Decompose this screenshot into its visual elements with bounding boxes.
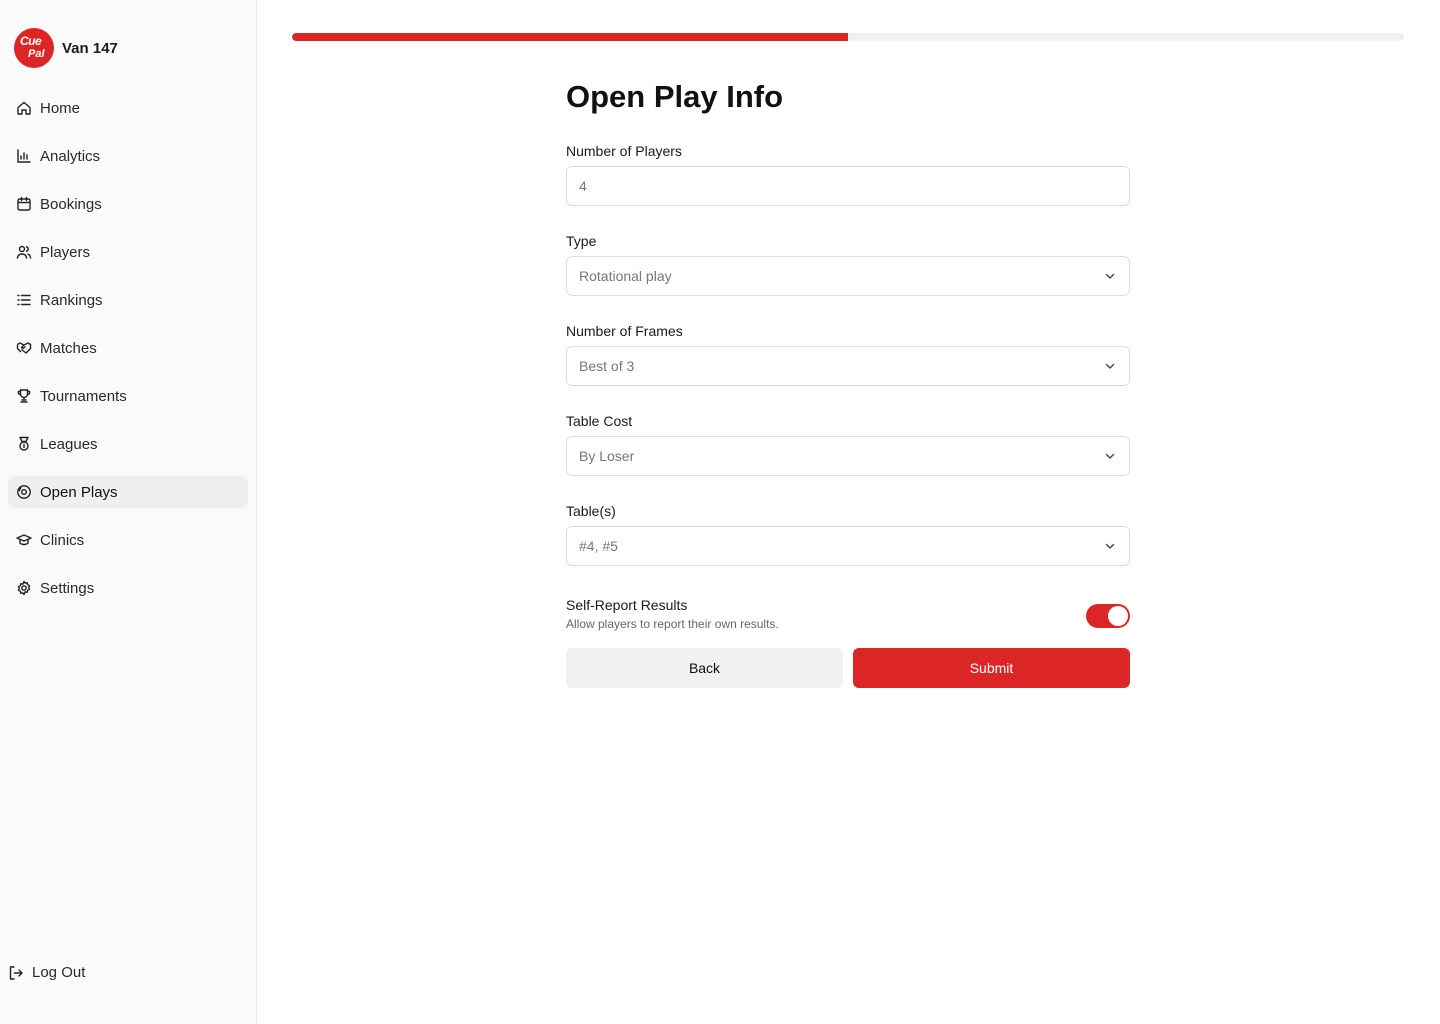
tables-select-value: #4, #5 bbox=[579, 538, 618, 554]
progress-bar bbox=[292, 33, 1404, 41]
frames-select[interactable]: Best of 3 bbox=[566, 346, 1130, 386]
sidebar-item-bookings[interactable]: Bookings bbox=[8, 188, 248, 220]
self-report-title: Self-Report Results bbox=[566, 597, 688, 613]
trophy-icon bbox=[16, 388, 32, 404]
brand[interactable]: Cue Pal Van 147 bbox=[14, 28, 118, 68]
self-report-toggle[interactable] bbox=[1086, 604, 1130, 628]
sidebar-item-settings[interactable]: Settings bbox=[8, 572, 248, 604]
home-icon bbox=[16, 100, 32, 116]
back-button[interactable]: Back bbox=[566, 648, 843, 688]
sidebar-item-clinics[interactable]: Clinics bbox=[8, 524, 248, 556]
progress-fill bbox=[292, 33, 848, 41]
venue-name: Van 147 bbox=[62, 39, 118, 57]
logout-label: Log Out bbox=[32, 964, 86, 981]
self-report-row: Self-Report Results Allow players to rep… bbox=[566, 596, 1130, 632]
sidebar-item-matches[interactable]: Matches bbox=[8, 332, 248, 364]
logout-icon bbox=[8, 965, 24, 981]
page-title: Open Play Info bbox=[566, 79, 784, 114]
sidebar-item-label: Open Plays bbox=[40, 483, 118, 501]
sidebar-item-label: Analytics bbox=[40, 147, 101, 165]
sidebar-item-open-plays[interactable]: Open Plays bbox=[8, 476, 248, 508]
sidebar-item-home[interactable]: Home bbox=[8, 92, 248, 124]
sidebar-item-label: Settings bbox=[40, 579, 95, 597]
players-label: Number of Players bbox=[566, 143, 682, 159]
sidebar-item-rankings[interactable]: Rankings bbox=[8, 284, 248, 316]
logout-button[interactable]: Log Out bbox=[8, 964, 85, 981]
logo-line2: Pal bbox=[28, 48, 45, 60]
calendar-icon bbox=[16, 196, 32, 212]
medal-icon bbox=[16, 436, 32, 452]
sidebar-item-label: Matches bbox=[40, 339, 97, 357]
frames-label: Number of Frames bbox=[566, 323, 683, 339]
sidebar-item-players[interactable]: Players bbox=[8, 236, 248, 268]
table-cost-select[interactable]: By Loser bbox=[566, 436, 1130, 476]
table-cost-label: Table Cost bbox=[566, 413, 633, 429]
chevron-down-icon bbox=[1105, 543, 1115, 549]
sidebar-nav: Home Analytics Bookings Players Rankings… bbox=[8, 92, 248, 620]
sidebar-item-label: Tournaments bbox=[40, 387, 127, 405]
sidebar-item-leagues[interactable]: Leagues bbox=[8, 428, 248, 460]
tables-select[interactable]: #4, #5 bbox=[566, 526, 1130, 566]
sidebar-item-label: Leagues bbox=[40, 435, 98, 453]
form-actions: Back Submit bbox=[566, 648, 1130, 688]
sidebar-item-analytics[interactable]: Analytics bbox=[8, 140, 248, 172]
list-icon bbox=[16, 292, 32, 308]
handshake-icon bbox=[16, 340, 32, 356]
tables-label: Table(s) bbox=[566, 503, 616, 519]
submit-button[interactable]: Submit bbox=[853, 648, 1130, 688]
logo-line1: Cue bbox=[20, 34, 42, 48]
graduation-cap-icon bbox=[16, 532, 32, 548]
sidebar-item-label: Rankings bbox=[40, 291, 103, 309]
chevron-down-icon bbox=[1105, 273, 1115, 279]
type-select[interactable]: Rotational play bbox=[566, 256, 1130, 296]
disc-icon bbox=[16, 484, 32, 500]
bar-chart-icon bbox=[16, 148, 32, 164]
sidebar: Cue Pal Van 147 Home Analytics Bookings … bbox=[0, 0, 257, 1024]
sidebar-item-label: Clinics bbox=[40, 531, 85, 549]
type-select-value: Rotational play bbox=[579, 268, 672, 284]
number-of-players-input[interactable] bbox=[566, 166, 1130, 206]
type-label: Type bbox=[566, 233, 597, 249]
cuepal-logo: Cue Pal bbox=[14, 28, 54, 68]
sidebar-item-label: Players bbox=[40, 243, 91, 261]
chevron-down-icon bbox=[1105, 453, 1115, 459]
toggle-knob bbox=[1108, 606, 1128, 626]
frames-select-value: Best of 3 bbox=[579, 358, 635, 374]
gear-icon bbox=[16, 580, 32, 596]
sidebar-item-label: Home bbox=[40, 99, 81, 117]
self-report-text: Self-Report Results Allow players to rep… bbox=[566, 596, 779, 632]
sidebar-item-label: Bookings bbox=[40, 195, 102, 213]
chevron-down-icon bbox=[1105, 363, 1115, 369]
sidebar-item-tournaments[interactable]: Tournaments bbox=[8, 380, 248, 412]
self-report-subtitle: Allow players to report their own result… bbox=[566, 617, 779, 631]
table-cost-select-value: By Loser bbox=[579, 448, 635, 464]
open-play-form: Open Play Info Number of Players Type Ro… bbox=[566, 76, 1130, 688]
users-icon bbox=[16, 244, 32, 260]
